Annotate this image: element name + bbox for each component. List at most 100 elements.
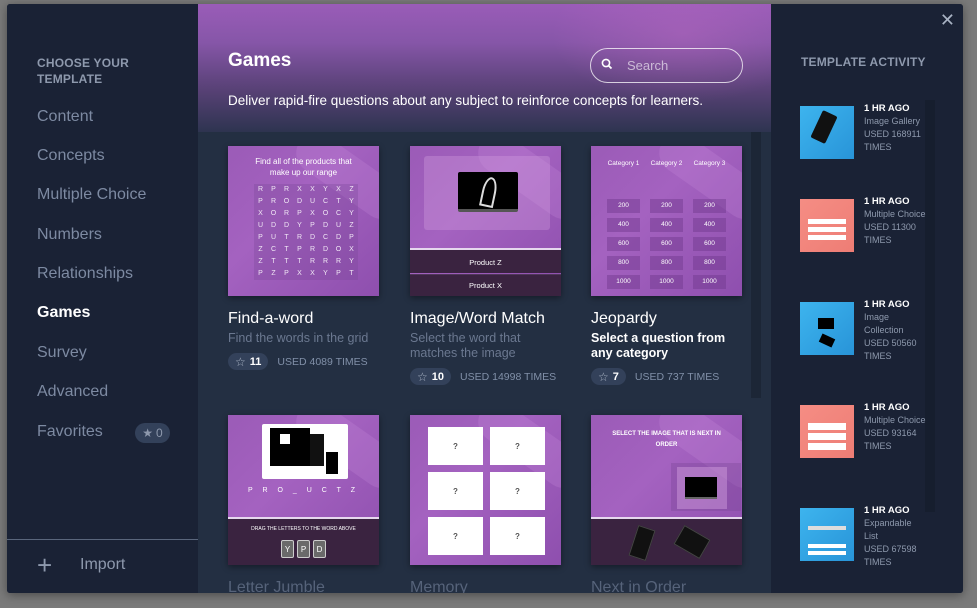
jeopardy-preview: Category 1 Category 2 Category 3 200 200 200 4… <box>591 146 742 296</box>
grid-letter: U <box>270 234 277 241</box>
sidebar-item-relationships[interactable]: Relationships <box>37 265 133 283</box>
usage-count: USED 14998 TIMES <box>460 370 557 383</box>
template-card-image-word-match[interactable]: Product Z Product X Image/Word Match Sel… <box>410 146 561 385</box>
import-label: Import <box>80 556 126 573</box>
card-title: Letter Jumble <box>228 579 325 593</box>
sidebar-item-numbers[interactable]: Numbers <box>37 226 102 244</box>
jumble-word: P R O _ U C T Z <box>248 487 359 494</box>
favorite-star-button[interactable]: ☆ 7 <box>591 368 626 385</box>
close-icon[interactable]: ✕ <box>940 10 955 31</box>
jeopardy-category: Category 3 <box>693 160 726 167</box>
letter-jumble-preview: P R O _ U C T Z DRAG THE LETTERS TO THE … <box>228 415 379 565</box>
template-card-memory[interactable]: ?????? Memory <box>410 415 561 593</box>
favorite-star-button[interactable]: ☆ 10 <box>410 368 452 385</box>
activity-usage: USED 168911 TIMES <box>864 129 921 152</box>
memory-card: ? <box>490 517 545 555</box>
grid-letter: T <box>336 198 341 205</box>
jeopardy-cell: 200 <box>693 199 726 213</box>
grid-letter: C <box>270 246 277 253</box>
jeopardy-cell: 1000 <box>650 275 683 289</box>
letter-tile: D <box>313 540 326 558</box>
grid-letter: C <box>322 234 329 241</box>
grid-letter: Y <box>349 198 354 205</box>
jeopardy-cell: 400 <box>650 218 683 232</box>
memory-grid: ?????? <box>428 427 545 555</box>
jeopardy-cell: 600 <box>693 237 726 251</box>
grid-letter: U <box>257 222 264 229</box>
grid-letter: R <box>296 234 303 241</box>
search-box[interactable] <box>590 48 743 83</box>
star-count: 10 <box>431 370 445 383</box>
grid-letter: Z <box>271 270 276 277</box>
search-input[interactable] <box>627 58 737 73</box>
option-product-x: Product X <box>410 274 561 296</box>
jeopardy-cell: 800 <box>693 256 726 270</box>
grid-letter: O <box>322 210 329 217</box>
grid-letter: R <box>309 246 316 253</box>
activity-thumbnail <box>800 508 854 561</box>
jeopardy-cell: 400 <box>693 218 726 232</box>
grid-letter: T <box>349 270 354 277</box>
jeopardy-cell: 800 <box>650 256 683 270</box>
sidebar-divider <box>7 539 198 540</box>
grid-letter: X <box>297 186 302 193</box>
memory-card: ? <box>428 472 483 510</box>
template-card-jeopardy[interactable]: Category 1 Category 2 Category 3 200 200 200 4… <box>591 146 742 385</box>
grid-letter: P <box>349 234 354 241</box>
activity-template-name: Multiple Choice <box>864 209 926 219</box>
sidebar-item-multiple-choice[interactable]: Multiple Choice <box>37 186 146 204</box>
grid-letter: R <box>283 210 290 217</box>
template-card-next-in-order[interactable]: SELECT THE IMAGE THAT IS NEXT IN ORDER N… <box>591 415 742 593</box>
letter-tile: Y <box>281 540 294 558</box>
sidebar-item-advanced[interactable]: Advanced <box>37 383 108 401</box>
grid-letter: O <box>335 246 342 253</box>
main-scrollbar[interactable] <box>751 132 761 398</box>
sidebar-item-content[interactable]: Content <box>37 108 93 126</box>
grid-letter: P <box>297 246 302 253</box>
memory-card: ? <box>490 472 545 510</box>
memory-card: ? <box>428 427 483 465</box>
image-word-match-preview: Product Z Product X <box>410 146 561 296</box>
sidebar-item-games[interactable]: Games <box>37 304 90 322</box>
jeopardy-cell: 800 <box>607 256 640 270</box>
memory-preview: ?????? <box>410 415 561 565</box>
grid-letter: X <box>310 186 315 193</box>
grid-letter: D <box>309 234 316 241</box>
usage-count: USED 4089 TIMES <box>277 355 368 368</box>
next-in-order-preview: SELECT THE IMAGE THAT IS NEXT IN ORDER <box>591 415 742 565</box>
sidebar-item-concepts[interactable]: Concepts <box>37 147 105 165</box>
jeopardy-cell: 600 <box>650 237 683 251</box>
grid-letter: Z <box>258 258 263 265</box>
jeopardy-category: Category 2 <box>650 160 683 167</box>
activity-template-name: Multiple Choice <box>864 415 926 425</box>
template-card-letter-jumble[interactable]: P R O _ U C T Z DRAG THE LETTERS TO THE … <box>228 415 379 593</box>
card-description: Find the words in the grid <box>228 331 369 345</box>
activity-time: 1 HR AGO <box>864 103 910 114</box>
grid-letter: Z <box>349 186 354 193</box>
find-a-word-preview: Find all of the products that make up ou… <box>228 146 379 296</box>
star-count: 11 <box>249 355 262 368</box>
import-button[interactable]: + Import <box>37 550 126 580</box>
activity-usage: USED 50560 TIMES <box>864 338 917 361</box>
grid-letter: X <box>258 210 263 217</box>
grid-letter: D <box>296 198 303 205</box>
memory-card: ? <box>490 427 545 465</box>
grid-letter: Y <box>349 258 354 265</box>
grid-letter: D <box>322 222 329 229</box>
jeopardy-cell: 200 <box>650 199 683 213</box>
grid-letter: P <box>336 270 341 277</box>
grid-letter: R <box>270 198 277 205</box>
activity-usage: USED 93164 TIMES <box>864 428 917 451</box>
sidebar-item-survey[interactable]: Survey <box>37 344 87 362</box>
plus-icon: + <box>37 550 53 580</box>
favorite-star-button[interactable]: ☆ 11 <box>228 353 269 370</box>
grid-letter: R <box>335 258 342 265</box>
jeopardy-cell: 600 <box>607 237 640 251</box>
preview-heading: Find all of the products that make up ou… <box>255 157 352 177</box>
grid-letter: O <box>270 210 277 217</box>
grid-letter: U <box>309 198 316 205</box>
template-activity-panel: ✕ TEMPLATE ACTIVITY 1 HR AGO Image Galle… <box>771 4 963 593</box>
template-card-find-a-word[interactable]: Find all of the products that make up ou… <box>228 146 379 370</box>
sidebar-item-favorites[interactable]: Favorites <box>37 423 103 441</box>
card-title: Find-a-word <box>228 310 314 327</box>
